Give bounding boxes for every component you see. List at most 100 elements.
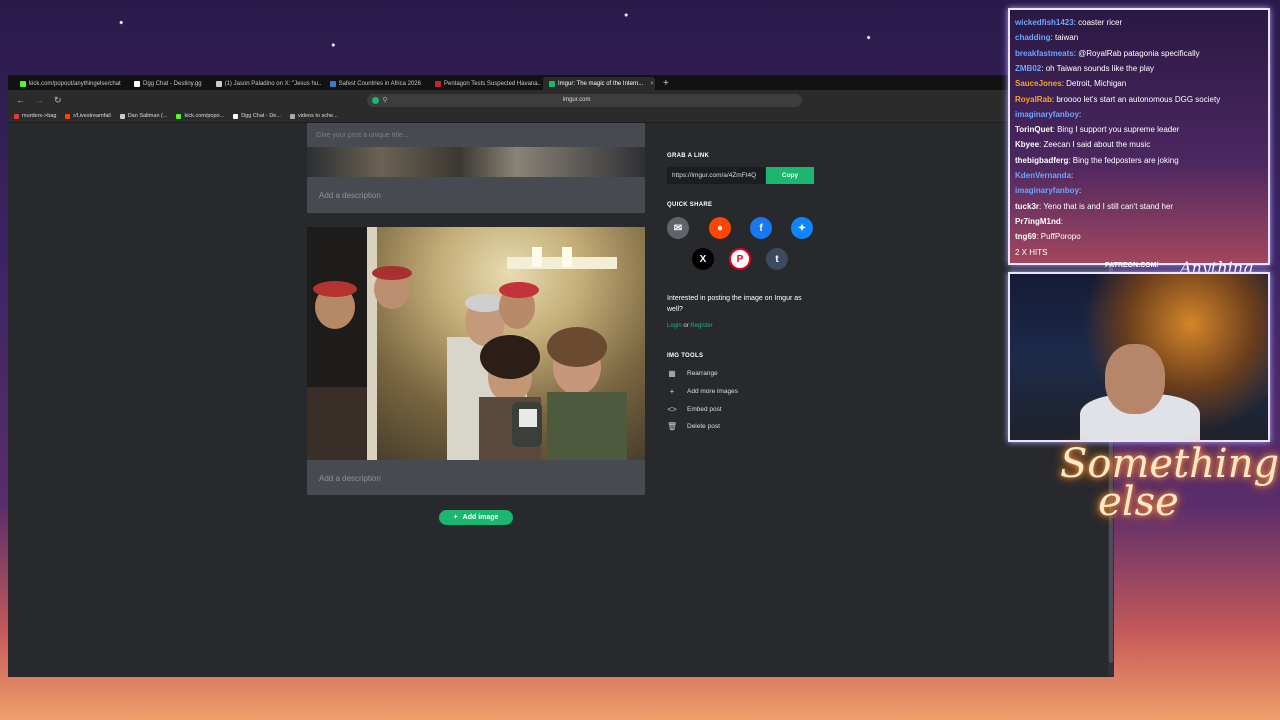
chat-text: @RoyalRab patagonia specifically: [1078, 48, 1200, 58]
facebook-share-icon[interactable]: f: [750, 217, 772, 239]
bookmark-label: murders->bag: [22, 113, 57, 119]
bookmark-item[interactable]: videos to sche...: [289, 113, 338, 119]
img-tools-heading: IMG TOOLS: [667, 353, 704, 359]
bookmark-label: kick.com/popo...: [184, 113, 225, 119]
bookmarks-bar: murders->bag r/Livestreamfail Dan Saltman …: [8, 110, 1114, 123]
chat-message: imaginaryfanboy:: [1015, 110, 1081, 119]
browser-tab[interactable]: kick.com/popout/anythingelse/chat: [14, 77, 126, 90]
forward-icon[interactable]: →: [35, 95, 44, 105]
tab-label: Dgg Chat - Destiny.gg: [143, 80, 202, 87]
plus-icon: +: [453, 514, 458, 521]
first-image-preview: [307, 147, 645, 177]
bookmark-item[interactable]: kick.com/popo...: [176, 113, 224, 119]
chat-message: thebigbadferg: Bing the fedposters are j…: [1015, 156, 1179, 165]
bookmark-item[interactable]: r/Livestreamfail: [65, 113, 111, 119]
bookmark-favicon-icon: [176, 113, 182, 119]
chat-username[interactable]: Kbyee: [1015, 140, 1039, 149]
chat-message: chadding: taiwan: [1015, 33, 1078, 42]
browser-tab[interactable]: Imgur: The magic of the Intern... ×: [542, 77, 655, 90]
reload-icon[interactable]: ↻: [54, 95, 62, 106]
x-share-icon[interactable]: X: [692, 248, 714, 270]
chat-text: coaster ricer: [1078, 18, 1123, 27]
auth-links: Login or Register: [667, 323, 713, 329]
zoom-icon[interactable]: ⚲: [383, 96, 388, 104]
chat-username[interactable]: chadding: [1015, 33, 1051, 42]
bookmark-favicon-icon: [14, 113, 19, 119]
webcam-person: [1105, 344, 1165, 414]
bookmark-label: Dan Saltman (...: [127, 113, 168, 119]
chat-username[interactable]: SauceJones: [1015, 79, 1062, 88]
patreon-label: PATREON.COM/: [1105, 262, 1159, 269]
chat-message: imaginaryfanboy:: [1015, 186, 1081, 195]
bookmark-item[interactable]: Dgg Chat - De...: [233, 113, 281, 119]
chat-username[interactable]: thebigbadferg: [1015, 156, 1068, 165]
post-title-input[interactable]: Give your post a unique title...: [316, 132, 409, 139]
bookmark-item[interactable]: Dan Saltman (...: [119, 113, 168, 119]
chat-message: wickedfish1423: coaster ricer: [1015, 18, 1122, 27]
chat-username[interactable]: tng69: [1015, 232, 1036, 241]
bookmark-favicon-icon: [119, 113, 125, 119]
post-link-field[interactable]: https://imgur.com/a/4ZmFt4Q: [667, 167, 765, 184]
login-link[interactable]: Login: [667, 323, 682, 329]
chat-username[interactable]: breakfastmeats: [1015, 49, 1074, 58]
chat-message: breakfastmeats: @RoyalRab patagonia spec…: [1015, 49, 1200, 58]
uploaded-photo: [307, 227, 645, 460]
chat-message: SauceJones: Detroit, Michigan: [1015, 79, 1126, 88]
reddit-share-icon[interactable]: ●: [709, 217, 731, 239]
chat-username[interactable]: Pr7ingM1nd: [1015, 217, 1061, 226]
description-card-1: Add a description: [307, 177, 645, 213]
chat-message: RoyalRab: broooo let's start an autonomo…: [1015, 95, 1220, 104]
bookmark-label: videos to sche...: [297, 113, 338, 119]
neon-sign: Something else: [1060, 441, 1280, 525]
chat-username[interactable]: imaginaryfanboy: [1015, 110, 1079, 119]
close-tab-icon[interactable]: ×: [650, 81, 654, 87]
back-icon[interactable]: ←: [16, 95, 25, 105]
tab-label: Imgur: The magic of the Intern...: [557, 80, 644, 87]
email-share-icon[interactable]: ✉: [667, 217, 689, 239]
description-input-2[interactable]: Add a description: [319, 474, 381, 483]
bluesky-share-icon[interactable]: ✦: [791, 217, 813, 239]
chat-message: KdenVernanda:: [1015, 171, 1073, 180]
chat-message: TorinQuet: Bing I support you supreme le…: [1015, 125, 1179, 134]
address-bar[interactable]: ⚲ imgur.com: [366, 93, 802, 107]
chat-username[interactable]: TorinQuet: [1015, 125, 1053, 134]
bookmark-item[interactable]: murders->bag: [14, 113, 56, 119]
bookmark-label: r/Livestreamfail: [73, 113, 111, 119]
or-text: or: [683, 323, 689, 329]
description-card-2: Add a description: [307, 460, 645, 495]
chat-message: Pr7ingM1nd:: [1015, 217, 1063, 226]
chat-username[interactable]: imaginaryfanboy: [1015, 186, 1079, 195]
trash-icon: 🗑: [667, 422, 678, 431]
img-tool-item[interactable]: <> Embed post: [667, 405, 721, 414]
chat-colon: :: [1079, 186, 1082, 196]
new-tab-button[interactable]: +: [657, 77, 675, 90]
description-input-1[interactable]: Add a description: [319, 191, 381, 200]
tab-favicon-icon: [215, 80, 222, 87]
plus-icon: +: [669, 387, 675, 396]
browser-tab[interactable]: Pentagon Tests Suspected Havana...: [429, 77, 541, 90]
bookmark-favicon-icon: [289, 113, 295, 119]
chat-text: 2 X HITS: [1015, 247, 1048, 257]
copy-link-button[interactable]: Copy: [766, 167, 814, 184]
tumblr-share-icon[interactable]: t: [766, 248, 788, 270]
add-image-button[interactable]: + Add image: [439, 510, 513, 525]
img-tool-item[interactable]: 🗑 Delete post: [667, 422, 720, 431]
chat-username[interactable]: tuck3r: [1015, 202, 1039, 211]
chat-username[interactable]: RoyalRab: [1015, 95, 1052, 104]
add-image-label: Add image: [462, 514, 499, 521]
post-title-card: Give your post a unique title...: [307, 123, 645, 177]
img-tool-item[interactable]: + Add more images: [667, 387, 738, 396]
shield-icon[interactable]: [371, 96, 379, 104]
tab-favicon-icon: [20, 80, 26, 87]
tab-favicon-icon: [134, 80, 140, 87]
chat-username[interactable]: ZMB02: [1015, 64, 1041, 73]
register-link[interactable]: Register: [690, 323, 712, 329]
img-tool-item[interactable]: ▦ Rearrange: [667, 369, 718, 378]
chat-username[interactable]: KdenVernanda: [1015, 171, 1071, 180]
browser-tab[interactable]: Safest Countries in Africa 2026: [324, 77, 427, 90]
browser-tab[interactable]: Dgg Chat - Destiny.gg: [128, 77, 208, 90]
chat-username[interactable]: wickedfish1423: [1015, 18, 1074, 27]
browser-tab[interactable]: (1) Jason Paladino on X: "Jesus hu...: [210, 77, 322, 90]
pinterest-share-icon[interactable]: P: [729, 248, 751, 270]
tab-label: kick.com/popout/anythingelse/chat: [29, 80, 121, 87]
